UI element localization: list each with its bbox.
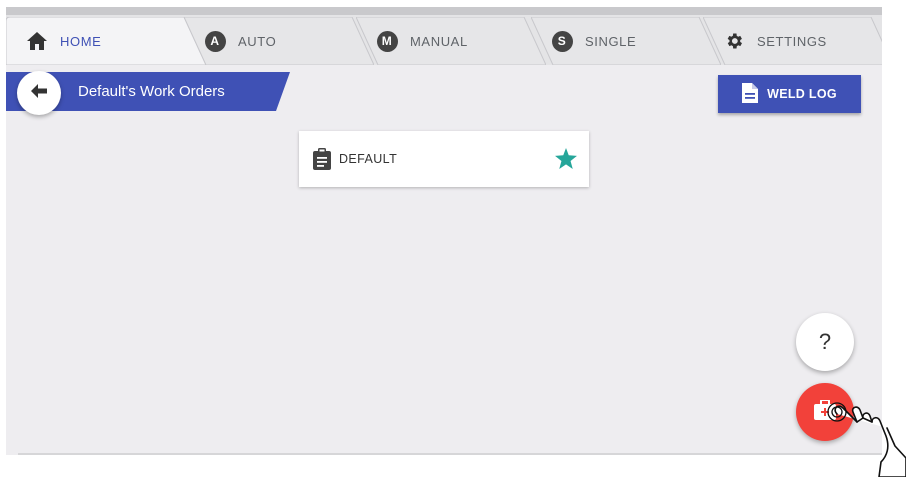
help-label: ? — [818, 329, 832, 354]
arrow-left-icon — [31, 83, 47, 103]
weld-log-button[interactable]: WELD LOG — [718, 75, 861, 113]
add-work-order-button[interactable] — [796, 383, 854, 441]
tab-auto[interactable]: A AUTO — [184, 17, 374, 65]
tab-bar: HOME A AUTO M MANUAL S SINGLE SETTINGS — [6, 7, 882, 65]
tab-settings-label: SETTINGS — [757, 33, 827, 49]
bottom-edge — [18, 453, 882, 455]
tab-settings[interactable]: SETTINGS — [703, 17, 882, 65]
home-icon — [26, 30, 48, 52]
document-icon — [742, 82, 767, 106]
back-button[interactable] — [17, 71, 61, 115]
app-screen: HOME A AUTO M MANUAL S SINGLE SETTINGS D… — [6, 7, 882, 455]
page-title: Default's Work Orders — [78, 83, 225, 100]
star-icon[interactable] — [555, 148, 577, 174]
help-button[interactable]: ? — [796, 313, 854, 371]
tab-home-label: HOME — [60, 33, 102, 49]
single-icon: S — [551, 30, 573, 52]
tab-single[interactable]: S SINGLE — [531, 17, 721, 65]
weld-log-label: WELD LOG — [767, 87, 837, 101]
work-order-label: DEFAULT — [339, 152, 398, 166]
tab-manual-label: MANUAL — [410, 33, 468, 49]
tab-single-label: SINGLE — [585, 33, 637, 49]
work-order-card[interactable]: DEFAULT — [299, 131, 589, 187]
briefcase-plus-icon — [814, 398, 836, 425]
manual-icon: M — [376, 30, 398, 52]
tab-manual[interactable]: M MANUAL — [356, 17, 546, 65]
clipboard-icon — [313, 148, 331, 170]
top-border — [6, 7, 882, 15]
tab-home[interactable]: HOME — [6, 17, 206, 65]
auto-icon: A — [204, 30, 226, 52]
tab-auto-label: AUTO — [238, 33, 277, 49]
gear-icon — [723, 30, 745, 52]
